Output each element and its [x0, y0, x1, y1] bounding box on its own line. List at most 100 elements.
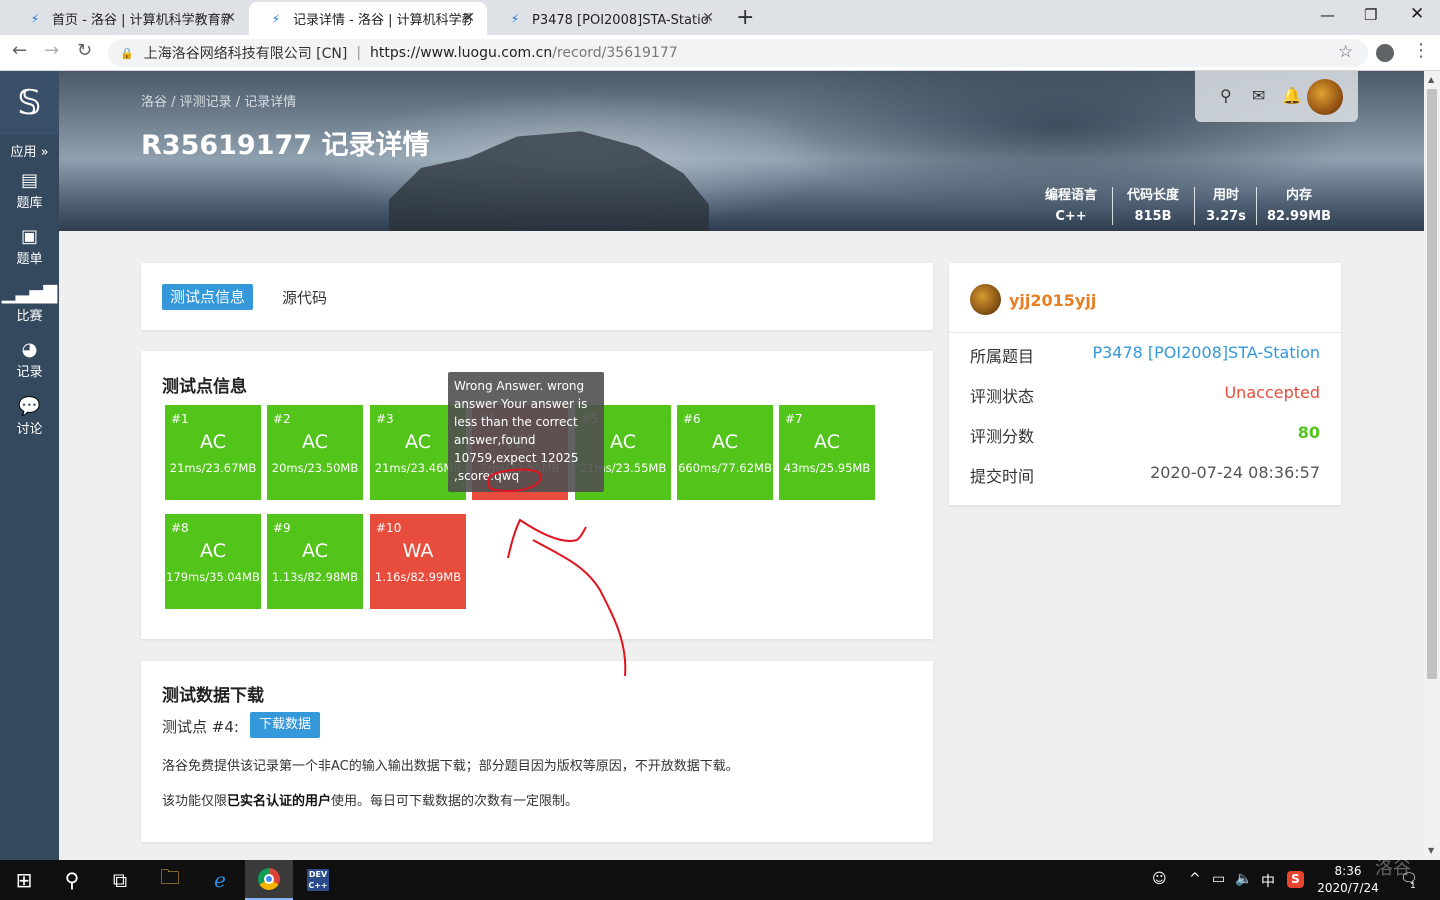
profile-icon[interactable]	[1376, 44, 1394, 62]
problem-link[interactable]: P3478 [POI2008]STA-Station	[1092, 343, 1320, 362]
clipboard-icon: ▣	[20, 226, 38, 247]
row-label: 提交时间	[970, 467, 1035, 486]
note-text: 该功能仅限	[162, 794, 228, 809]
close-window-button[interactable]: ✕	[1410, 4, 1424, 24]
submit-time-value: 2020-07-24 08:36:57	[1150, 463, 1320, 482]
sogou-ime-icon[interactable]: S	[1287, 871, 1304, 888]
forward-button[interactable]: →	[44, 40, 59, 61]
people-icon[interactable]: ☺	[1152, 871, 1167, 887]
testcase-tile[interactable]: #10 WA 1.16s/82.99MB	[370, 514, 466, 609]
sidebar-item-lists[interactable]: ▣ 题单	[0, 226, 59, 267]
bell-icon[interactable]: 🔔	[1282, 86, 1302, 105]
testcase-tile[interactable]: #6 AC 660ms/77.62MB	[677, 405, 773, 500]
apps-label: 应用	[10, 145, 37, 160]
ime-indicator[interactable]: 中	[1261, 871, 1275, 891]
scroll-down-arrow[interactable]: ▼	[1428, 846, 1434, 855]
avatar[interactable]	[1307, 79, 1343, 115]
testcase-number: #8	[171, 521, 189, 535]
stat-divider	[1112, 187, 1113, 225]
page-scrollbar[interactable]: ▲ ▼	[1424, 71, 1440, 860]
section-heading: 测试数据下载	[162, 686, 264, 706]
luogu-logo[interactable]: 𝕊	[0, 71, 59, 135]
note-bold-text: 已实名认证的用户	[227, 794, 332, 809]
chevron-up-icon[interactable]: ^	[1189, 871, 1201, 887]
stat-divider	[1256, 187, 1257, 225]
tab-title: 记录详情 - 洛谷 | 计算机科学教育新生态	[293, 13, 471, 28]
file-explorer-icon[interactable]: 🗀	[146, 860, 194, 900]
browser-tab-home[interactable]: ⚡ 首页 - 洛谷 | 计算机科学教育新生态 ✕	[8, 2, 248, 35]
stat-code-length: 代码长度 815B	[1119, 185, 1187, 227]
scroll-up-arrow[interactable]: ▲	[1428, 75, 1434, 84]
testcase-status: AC	[200, 540, 226, 562]
lock-icon: 🔒	[120, 46, 134, 60]
dev-cpp-icon[interactable]: DEV C++	[294, 860, 342, 900]
sidebar-item-discuss[interactable]: 💬 讨论	[0, 396, 59, 437]
testcase-number: #6	[683, 412, 701, 426]
reload-button[interactable]: ↻	[77, 40, 92, 61]
new-tab-button[interactable]: +	[736, 5, 754, 30]
restore-button[interactable]: ❐	[1364, 6, 1377, 24]
testcase-tile[interactable]: #1 AC 21ms/23.67MB	[165, 405, 261, 500]
sidebar-item-records[interactable]: ◕ 记录	[0, 339, 59, 380]
download-restriction-note: 该功能仅限已实名认证的用户使用。每日可下载数据的次数有一定限制。	[162, 790, 578, 809]
testcase-tile[interactable]: #2 AC 20ms/23.50MB	[267, 405, 363, 500]
stat-language: 编程语言 C++	[1037, 185, 1105, 227]
testcase-number: #10	[376, 521, 402, 535]
system-clock[interactable]: 8:36 2020/7/24	[1316, 863, 1380, 897]
clock-time: 8:36	[1334, 864, 1362, 878]
scrollbar-thumb[interactable]	[1427, 89, 1437, 679]
testcase-time-memory: 20ms/23.50MB	[271, 461, 359, 475]
url-host: https://www.luogu.com.cn	[370, 45, 553, 61]
volume-muted-icon[interactable]: 🔈	[1235, 871, 1252, 887]
tab-title: 首页 - 洛谷 | 计算机科学教育新生态	[52, 13, 230, 28]
browser-tab-problem[interactable]: ⚡ P3478 [POI2008]STA-Station - 洛谷 ✕	[488, 2, 726, 35]
section-heading: 测试点信息	[162, 377, 247, 397]
browser-tab-bar: ⚡ 首页 - 洛谷 | 计算机科学教育新生态 ✕ ⚡ 记录详情 - 洛谷 | 计…	[0, 0, 1440, 35]
back-button[interactable]: ←	[12, 40, 27, 61]
windows-start-icon[interactable]: ⊞	[0, 860, 48, 900]
browser-tab-record[interactable]: ⚡ 记录详情 - 洛谷 | 计算机科学教育新生态 ✕	[249, 2, 487, 35]
minimize-button[interactable]: —	[1320, 6, 1335, 24]
stat-value: C++	[1055, 209, 1087, 224]
row-label: 评测分数	[970, 427, 1035, 446]
stat-value: 815B	[1134, 209, 1172, 224]
close-icon[interactable]: ✕	[702, 10, 714, 26]
testcase-tile[interactable]: #8 AC 179ms/35.04MB	[165, 514, 261, 609]
browser-menu-icon[interactable]: ⋮	[1412, 40, 1430, 61]
network-icon[interactable]: ▭	[1212, 871, 1225, 887]
url-input[interactable]: 🔒 上海洛谷网络科技有限公司 [CN] | https://www.luogu.…	[108, 39, 1368, 67]
testcase-status: AC	[302, 540, 328, 562]
divider: |	[356, 45, 362, 61]
mail-icon[interactable]: ✉	[1252, 86, 1265, 105]
username-link[interactable]: yjj2015yjj	[1009, 291, 1096, 310]
testcase-tile[interactable]: #7 AC 43ms/25.95MB	[779, 405, 875, 500]
avatar[interactable]	[970, 284, 1001, 315]
chrome-icon[interactable]	[245, 860, 293, 900]
stat-memory: 内存 82.99MB	[1264, 185, 1334, 227]
close-icon[interactable]: ✕	[463, 10, 475, 26]
testcase-time-memory: 21ms/23.67MB	[169, 461, 257, 475]
breadcrumb[interactable]: 洛谷 / 评测记录 / 记录详情	[141, 91, 296, 110]
bookmark-star-icon[interactable]: ☆	[1338, 42, 1353, 62]
sidebar-apps[interactable]: 应用 »	[0, 141, 59, 160]
sidebar-item-contests[interactable]: ▁▃▅▇ 比赛	[0, 283, 59, 324]
divider	[949, 332, 1341, 333]
search-icon[interactable]: ⚲	[1220, 86, 1232, 105]
note-text: 使用。每日可下载数据的次数有一定限制。	[331, 794, 579, 809]
clock-date: 2020/7/24	[1317, 881, 1379, 895]
testcase-tile[interactable]: #9 AC 1.13s/82.98MB	[267, 514, 363, 609]
download-data-button[interactable]: 下载数据	[250, 712, 321, 738]
data-download-card: 测试数据下载 测试点 #4: 下载数据 洛谷免费提供该记录第一个非AC的输入输出…	[141, 661, 933, 842]
stat-label: 代码长度	[1126, 188, 1179, 203]
close-icon[interactable]: ✕	[224, 10, 236, 26]
internet-explorer-icon[interactable]: ℯ	[196, 860, 244, 900]
sidebar-item-label: 记录	[16, 365, 43, 380]
sidebar-item-label: 题库	[16, 196, 43, 211]
tab-testcases[interactable]: 测试点信息	[162, 284, 254, 310]
tab-source-code[interactable]: 源代码	[282, 287, 327, 308]
sidebar-item-problems[interactable]: ▤ 题库	[0, 170, 59, 211]
testcase-time-memory: 1.16s/82.99MB	[374, 570, 462, 584]
row-label: 所属题目	[970, 347, 1035, 366]
search-icon[interactable]: ⚲	[48, 860, 96, 900]
task-view-icon[interactable]: ⧉	[96, 860, 144, 900]
